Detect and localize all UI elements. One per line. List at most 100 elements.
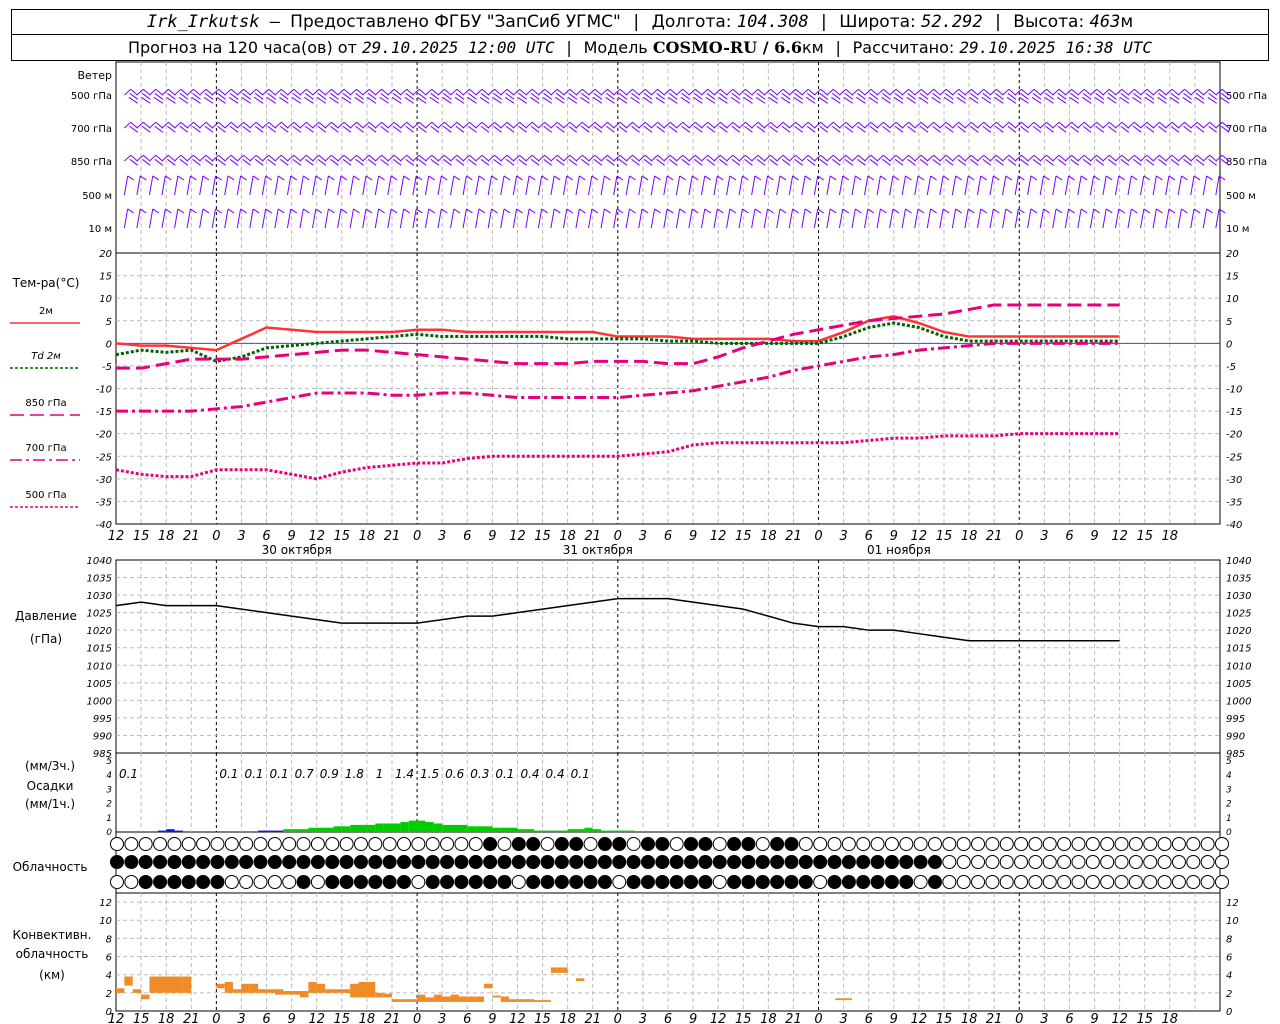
cloud-cover-symbol: [927, 875, 942, 889]
x-tick-conv: 6: [262, 1012, 270, 1024]
wind-barb: [199, 88, 207, 96]
wind-barb: [324, 175, 329, 196]
cloud-cover-symbol: [1100, 837, 1115, 851]
precip-bar: [550, 830, 560, 832]
wind-barb: [1190, 175, 1195, 196]
precip-bar: [475, 826, 484, 832]
y-tick-conv: 8: [106, 934, 112, 945]
wind-barb: [964, 88, 972, 96]
wind-barb: [450, 175, 455, 196]
wind-barb: [224, 121, 232, 129]
wind-barb: [776, 175, 781, 196]
y-tick-press-right: 1040: [1226, 556, 1251, 567]
y-tick-temp: -10: [96, 385, 112, 396]
cloud-cover-symbol: [1100, 875, 1115, 889]
x-tick-conv: 18: [559, 1012, 576, 1024]
wind-barb-flag: [980, 208, 988, 214]
cloud-cover-symbol: [870, 855, 885, 869]
precip-bar: [274, 830, 284, 832]
wind-barb: [588, 88, 596, 96]
cloud-cover-symbol: [827, 855, 842, 869]
wind-barb-flag: [604, 175, 611, 181]
wind-barb: [1064, 208, 1070, 229]
x-tick-conv: 3: [639, 1012, 647, 1024]
wind-barb: [1127, 208, 1132, 229]
wind-barb: [211, 121, 219, 129]
y-tick-temp: 15: [99, 272, 112, 283]
wind-barb: [1215, 208, 1220, 229]
wind-barb: [776, 121, 784, 129]
wind-barb: [851, 175, 856, 196]
wind-barb: [512, 88, 520, 96]
wind-barb: [425, 88, 433, 96]
wind-barb: [1027, 154, 1035, 162]
wind-barb: [211, 175, 216, 196]
precip-bar: [341, 826, 351, 832]
wind-barb: [1077, 208, 1082, 229]
wind-barb: [387, 175, 392, 196]
conv-cloud-bar: [534, 1000, 543, 1002]
cloud-cover-symbol: [339, 855, 354, 869]
wind-barb: [374, 121, 382, 129]
wind-barb: [1202, 88, 1210, 96]
y-tick-press-right: 1005: [1226, 679, 1251, 690]
y-tick-conv: 2: [106, 989, 112, 1000]
wind-barb: [638, 88, 646, 96]
x-tick-temp: 6: [1065, 529, 1073, 544]
cloud-cover-symbol: [884, 855, 899, 869]
x-tick-temp: 0: [814, 529, 822, 544]
wind-barb-flag: [528, 175, 536, 181]
wind-barb: [299, 121, 307, 129]
y-tick-conv-right: 10: [1226, 916, 1239, 927]
conv-cloud-bar: [325, 989, 334, 993]
y-tick-conv: 4: [106, 971, 112, 982]
conv-cloud-bar: [316, 983, 326, 993]
wind-barb: [1052, 154, 1060, 162]
cloud-cover-symbol: [224, 855, 239, 869]
wind-barb: [1215, 175, 1220, 196]
wind-barb: [437, 154, 445, 162]
cloud-cover-symbol: [440, 855, 455, 869]
cloud-cover-symbol: [798, 837, 813, 851]
y-tick-press: 1040: [87, 556, 112, 567]
x-tick-conv: 12: [710, 1012, 727, 1024]
wind-barb: [826, 121, 834, 129]
wind-barb-flag: [127, 208, 134, 214]
wind-barb: [876, 208, 881, 229]
wind-barb: [914, 175, 919, 196]
conv-cloud-bar: [308, 981, 317, 993]
wind-barb: [124, 154, 132, 162]
cloud-cover-symbol: [755, 875, 770, 889]
wind-barb: [487, 154, 495, 162]
wind-barb: [1027, 88, 1035, 96]
wind-barb: [537, 208, 543, 229]
y-tick-precip-right: 4: [1226, 771, 1232, 781]
wind-barb: [1002, 208, 1007, 229]
wind-barb: [312, 121, 320, 129]
x-tick-conv: 18: [359, 1012, 376, 1024]
wind-barb-flag: [303, 175, 310, 181]
wind-barb: [412, 175, 417, 196]
wind-barb: [814, 88, 822, 96]
wind-barb: [286, 175, 292, 196]
wind-barb: [826, 88, 834, 96]
wind-barb-flag: [604, 208, 611, 214]
cloud-cover-symbol: [999, 855, 1014, 869]
cloud-cover-symbol: [397, 855, 412, 869]
wind-barb: [512, 208, 518, 229]
cloud-cover-symbol: [1157, 837, 1172, 851]
y-tick-temp-right: 15: [1226, 272, 1239, 283]
wind-barb: [1014, 88, 1022, 96]
wind-barb: [638, 208, 643, 229]
temp-legend-label: Td 2м: [31, 351, 61, 362]
cloud-cover-symbol: [899, 855, 914, 869]
wind-barb: [262, 88, 270, 96]
wind-barb: [224, 154, 232, 162]
wind-barb: [638, 121, 646, 129]
wind-barb-flag: [202, 175, 210, 181]
precip-3h-label: 0.4: [546, 767, 565, 781]
cloud-cover-symbol: [856, 855, 871, 869]
wind-barb: [964, 175, 969, 196]
wind-barb: [1102, 208, 1107, 229]
conv-cloud-bar: [442, 996, 451, 1002]
